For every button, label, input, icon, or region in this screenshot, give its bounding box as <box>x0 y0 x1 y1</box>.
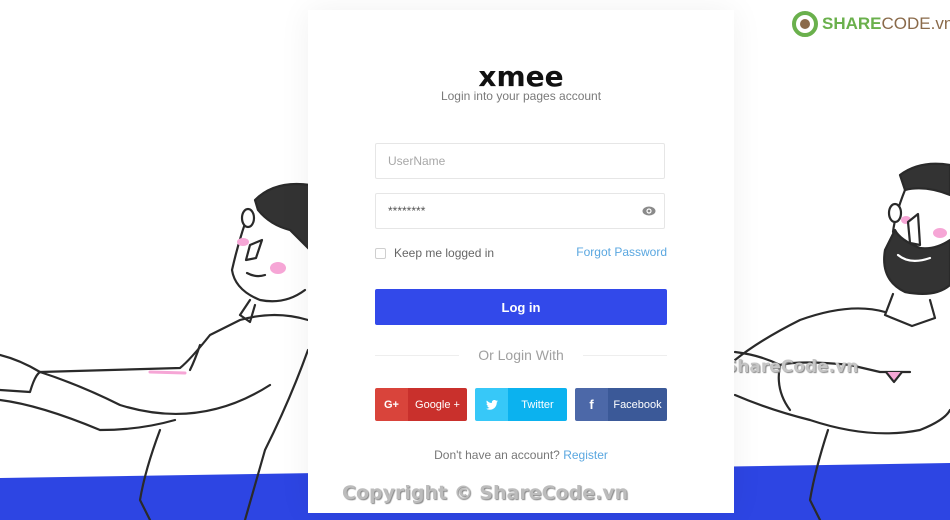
recycle-icon <box>792 11 818 37</box>
divider-line-right <box>583 355 667 356</box>
login-subtitle: Login into your pages account <box>440 89 602 103</box>
remember-label: Keep me logged in <box>394 246 495 260</box>
twitter-button[interactable]: Twitter <box>475 388 567 421</box>
register-question: Don't have an account? <box>434 448 560 462</box>
eye-icon[interactable] <box>642 205 656 217</box>
google-plus-label: Google + <box>408 388 467 421</box>
side-watermark: ShareCode.vn <box>725 357 859 377</box>
google-plus-icon: G+ <box>375 388 408 421</box>
right-character-illustration <box>733 162 950 520</box>
password-input[interactable] <box>376 194 650 228</box>
copyright-watermark: Copyright © ShareCode.vn <box>342 482 629 504</box>
username-input[interactable] <box>376 144 650 178</box>
facebook-icon: f <box>575 388 608 421</box>
or-login-divider: Or Login With <box>375 347 667 363</box>
left-character-illustration <box>0 182 312 520</box>
remember-me[interactable]: Keep me logged in <box>375 246 494 260</box>
password-field[interactable] <box>375 193 665 229</box>
register-link[interactable]: Register <box>563 448 608 462</box>
brand-text: SHARECODE.vn <box>822 14 950 33</box>
register-prompt: Don't have an account? Register <box>308 448 734 462</box>
remember-checkbox[interactable] <box>375 247 386 259</box>
sharecode-brand-logo: SHARECODE.vn <box>792 11 950 37</box>
twitter-label: Twitter <box>508 388 567 421</box>
google-plus-button[interactable]: G+ Google + <box>375 388 467 421</box>
facebook-label: Facebook <box>608 388 667 421</box>
forgot-password-link[interactable]: Forgot Password <box>576 245 667 259</box>
twitter-icon <box>475 388 508 421</box>
login-card: xmee Login into your pages account Keep … <box>308 10 734 513</box>
username-field[interactable] <box>375 143 665 179</box>
login-button[interactable]: Log in <box>375 289 667 325</box>
facebook-button[interactable]: f Facebook <box>575 388 667 421</box>
